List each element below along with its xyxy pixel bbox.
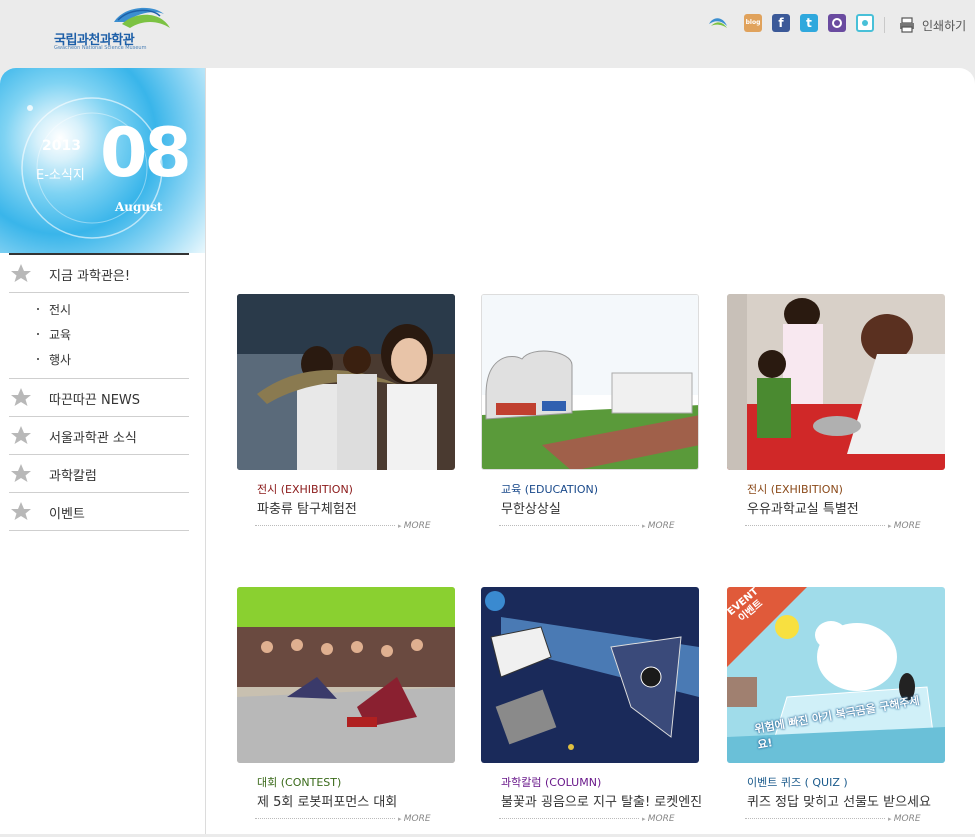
article-card[interactable]: 과학칼럼 (COLUMN) 불꽃과 굉음으로 지구 탈출! 로켓엔진 MORE: [481, 587, 702, 837]
sidebar-subnav: 전시 교육 행사: [9, 293, 189, 379]
issue-banner[interactable]: 2013 E-소식지 08 August: [0, 68, 205, 253]
site-logo[interactable]: 국립과천과학관 Gwacheon National Science Museum: [52, 6, 177, 56]
sidebar-item-label: 과학칼럼: [49, 469, 97, 484]
more-link[interactable]: MORE: [398, 521, 431, 531]
article-title[interactable]: 무한상상실: [501, 498, 561, 517]
bullet-icon: [37, 308, 39, 310]
dotted-divider: [499, 818, 639, 819]
header-divider: [884, 17, 885, 33]
star-icon: [11, 502, 31, 520]
article-title[interactable]: 불꽃과 굉음으로 지구 탈출! 로켓엔진: [501, 791, 702, 810]
article-thumbnail[interactable]: EVENT 이벤트 위험에 빠진 아기 북극곰을 구해주세요!: [727, 587, 945, 763]
sidebar-item-label: 서울과학관 소식: [49, 431, 137, 446]
star-icon: [11, 264, 31, 282]
more-link[interactable]: MORE: [642, 814, 675, 824]
sidebar-item-event[interactable]: 이벤트: [9, 493, 189, 531]
facebook-icon[interactable]: f: [772, 14, 790, 32]
sidebar-item-seoul[interactable]: 서울과학관 소식: [9, 417, 189, 455]
article-thumbnail[interactable]: [237, 294, 455, 470]
bullet-icon: [37, 333, 39, 335]
subitem-label: 교육: [49, 328, 72, 342]
banner-month: August: [115, 200, 163, 214]
dotted-divider: [255, 525, 395, 526]
article-title[interactable]: 우유과학교실 특별전: [747, 498, 859, 517]
subitem-label: 전시: [49, 303, 72, 317]
subitem-label: 행사: [49, 353, 72, 367]
article-title[interactable]: 제 5회 로봇퍼포먼스 대회: [257, 791, 397, 810]
article-category: 대회 (CONTEST): [257, 776, 342, 789]
article-category: 전시 (EXHIBITION): [257, 483, 353, 496]
article-thumbnail[interactable]: [481, 587, 699, 763]
article-title[interactable]: 퀴즈 정답 맞히고 선물도 받으세요: [747, 791, 931, 810]
banner-subtitle: E-소식지: [36, 168, 85, 183]
more-link[interactable]: MORE: [398, 814, 431, 824]
article-thumbnail[interactable]: [237, 587, 455, 763]
museum-icon[interactable]: [707, 14, 727, 32]
more-link[interactable]: MORE: [888, 814, 921, 824]
sidebar-item-label: 이벤트: [49, 507, 85, 522]
banner-issue-number: 08: [100, 114, 192, 193]
dotted-divider: [499, 525, 639, 526]
article-card[interactable]: EVENT 이벤트 위험에 빠진 아기 북극곰을 구해주세요! 이벤트 퀴즈 (…: [727, 587, 945, 837]
printer-icon: [900, 17, 914, 33]
dotted-divider: [255, 818, 395, 819]
more-link[interactable]: MORE: [888, 521, 921, 531]
sidebar-item-label: 지금 과학관은!: [49, 269, 131, 284]
sidebar-item-column[interactable]: 과학칼럼: [9, 455, 189, 493]
sidebar-item-news[interactable]: 따끈따끈 NEWS: [9, 379, 189, 417]
article-thumbnail[interactable]: [481, 294, 699, 470]
star-icon: [11, 464, 31, 482]
article-category: 과학칼럼 (COLUMN): [501, 776, 602, 789]
sidebar-subitem-exhibition[interactable]: 전시: [9, 297, 189, 322]
article-card[interactable]: 교육 (EDUCATION) 무한상상실 MORE: [481, 294, 699, 544]
sidebar-item-now[interactable]: 지금 과학관은!: [9, 255, 189, 293]
dotted-divider: [745, 818, 885, 819]
article-thumbnail[interactable]: [727, 294, 945, 470]
dotted-divider: [745, 525, 885, 526]
sidebar-item-label: 따끈따끈 NEWS: [49, 393, 141, 408]
sidebar-nav: 지금 과학관은! 전시 교육 행사 따끈따끈 NEWS 서울과학관 소식 과학칼…: [9, 253, 189, 531]
top-header: 국립과천과학관 Gwacheon National Science Museum…: [0, 0, 975, 68]
twitter-icon[interactable]: t: [800, 14, 818, 32]
article-card[interactable]: 전시 (EXHIBITION) 우유과학교실 특별전 MORE: [727, 294, 945, 544]
bullet-icon: [37, 358, 39, 360]
article-category: 교육 (EDUCATION): [501, 483, 598, 496]
blog-icon[interactable]: blog: [744, 14, 762, 32]
article-category: 이벤트 퀴즈 ( QUIZ ): [747, 776, 848, 789]
logo-subtext: Gwacheon National Science Museum: [54, 45, 147, 51]
print-label: 인쇄하기: [922, 19, 967, 33]
article-card[interactable]: 전시 (EXHIBITION) 파충류 탐구체험전 MORE: [237, 294, 455, 544]
sidebar-subitem-education[interactable]: 교육: [9, 322, 189, 347]
article-title[interactable]: 파충류 탐구체험전: [257, 498, 357, 517]
me2day-icon[interactable]: [856, 14, 874, 32]
sidebar-subitem-events[interactable]: 행사: [9, 347, 189, 372]
article-card[interactable]: 대회 (CONTEST) 제 5회 로봇퍼포먼스 대회 MORE: [237, 587, 455, 837]
article-category: 전시 (EXHIBITION): [747, 483, 843, 496]
more-link[interactable]: MORE: [642, 521, 675, 531]
banner-year: 2013: [42, 138, 81, 154]
chat-icon[interactable]: [828, 14, 846, 32]
star-icon: [11, 388, 31, 406]
star-icon: [11, 426, 31, 444]
